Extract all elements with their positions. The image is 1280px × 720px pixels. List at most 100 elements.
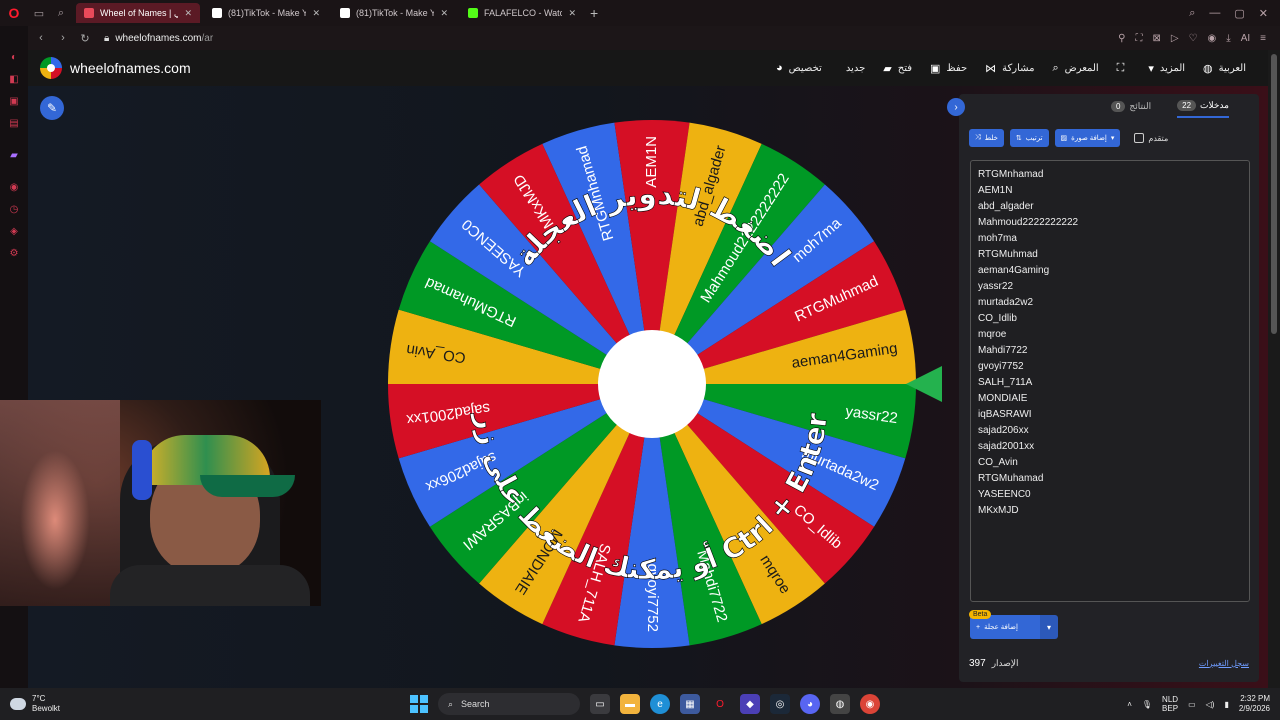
entry-line: CO_Idlib xyxy=(978,313,1017,324)
chevron-down-icon: ▾ xyxy=(1046,622,1051,632)
minimize-icon[interactable]: — xyxy=(1209,7,1220,20)
forward-icon[interactable]: › xyxy=(54,32,72,44)
tab-favicon-icon xyxy=(468,8,478,18)
tab-results[interactable]: 0 النتائج xyxy=(1110,94,1152,118)
entries-textarea[interactable]: RTGMnhamad AEM1N abd_algader Mahmoud2222222… xyxy=(970,160,1250,602)
discord-icon[interactable]: ◕ xyxy=(800,694,820,714)
steam-icon[interactable]: ◎ xyxy=(770,694,790,714)
wheel-center-hub[interactable] xyxy=(598,330,706,438)
monitor-icon[interactable]: ▭ xyxy=(1188,700,1196,709)
taskbar-search[interactable]: ⌕ Search xyxy=(438,693,580,715)
volume-icon[interactable]: ◁) xyxy=(1206,700,1215,709)
tab-search-icon[interactable]: ⌕ xyxy=(50,7,72,20)
changelog-link[interactable]: سجل التغييرات xyxy=(1199,659,1249,668)
menu-icon[interactable]: ≡ xyxy=(1260,33,1266,44)
opera-icon[interactable]: O xyxy=(710,694,730,714)
menu-item-folder[interactable]: ▰ فتح xyxy=(883,62,912,75)
screen: O ▭ ⌕ Wheel of Names | العشوائي✕ (81)TikT… xyxy=(0,0,1280,720)
bag-icon[interactable]: ◧ xyxy=(0,68,28,90)
sort-button[interactable]: ⇅ ترتيب xyxy=(1009,129,1049,147)
menu-item-globe[interactable]: ◍ العربية xyxy=(1203,62,1246,75)
twitch-icon[interactable]: ▰ xyxy=(0,144,28,166)
browser-tab[interactable]: Wheel of Names | العشوائي ✕ xyxy=(76,3,200,23)
weather-temp: 7°C xyxy=(32,694,46,703)
entry-line: murtada2w2 xyxy=(978,297,1034,308)
language-indicator[interactable]: NLD BEP xyxy=(1162,695,1178,713)
task-view-icon[interactable]: ▭ xyxy=(590,694,610,714)
shuffle-button[interactable]: ⤨ خلط xyxy=(969,129,1004,147)
download-icon[interactable]: ⤓ xyxy=(1226,33,1230,44)
entry-line: yassr22 xyxy=(978,281,1014,292)
menu-item-save[interactable]: ▣ حفظ xyxy=(930,62,967,75)
tab-label: FALAFELCO - Watch the V xyxy=(484,8,563,18)
workspaces-icon[interactable]: ▭ xyxy=(28,7,50,20)
new-tab-button[interactable]: + xyxy=(590,5,598,21)
menu-item-chevron-down[interactable]: ▾ المزيد xyxy=(1148,62,1185,75)
page-scrollbar[interactable] xyxy=(1268,50,1280,688)
menu-item-new[interactable]: جديد xyxy=(840,63,865,74)
aria-icon[interactable]: ◐ xyxy=(0,46,28,68)
taskbar-apps: ⌕ Search ▭ ▬ e ▦ O ◆ ◎ ◕ ◍ ◉ xyxy=(410,688,880,720)
chevron-down-icon: ▾ xyxy=(1148,62,1154,75)
webcam-cap-visor xyxy=(200,475,295,497)
file-explorer-icon[interactable]: ▬ xyxy=(620,694,640,714)
obs-icon[interactable]: ◍ xyxy=(830,694,850,714)
url-field[interactable]: 🔒︎ wheelofnames.com/ar xyxy=(104,33,213,44)
tab-label: (81)TikTok - Make Your Da xyxy=(228,8,307,18)
ai-button[interactable]: AI xyxy=(1241,33,1250,44)
chevron-up-icon[interactable]: ˄ xyxy=(1127,700,1132,709)
profile-icon[interactable]: ◉ xyxy=(1208,33,1217,44)
battery-icon[interactable]: ▮ xyxy=(1224,700,1228,709)
start-icon[interactable] xyxy=(410,695,428,713)
tab-close-icon[interactable]: ✕ xyxy=(184,8,192,19)
advanced-checkbox[interactable]: متقدم xyxy=(1134,133,1168,143)
browser-tab[interactable]: (81)TikTok - Make Your Da ✕ xyxy=(332,3,456,23)
menu-item-fullscreen[interactable]: ⛶ xyxy=(1117,62,1131,75)
tab-close-icon[interactable]: ✕ xyxy=(440,8,448,19)
search-icon[interactable]: ⌕ xyxy=(1189,7,1195,20)
block-icon[interactable]: ⊠ xyxy=(1152,33,1160,44)
play-icon[interactable]: ▷ xyxy=(1171,33,1179,44)
menu-item-share[interactable]: ⋈ مشاركة xyxy=(985,62,1034,75)
entry-line: RTGMuhamad xyxy=(978,473,1044,484)
weather-widget[interactable]: 7°C Bewolkt xyxy=(10,694,190,714)
window-controls: ⌕ — ▢ ✕ xyxy=(1189,7,1280,20)
store-icon[interactable]: ▦ xyxy=(680,694,700,714)
heart-icon[interactable]: ♡ xyxy=(1189,33,1198,44)
tab-close-icon[interactable]: ✕ xyxy=(312,8,320,19)
vpn-icon[interactable]: ◆ xyxy=(740,694,760,714)
tab-entries[interactable]: 22 مدخلات xyxy=(1177,94,1229,118)
browser-tab[interactable]: (81)TikTok - Make Your Da ✕ xyxy=(204,3,328,23)
add-wheel-dropdown[interactable]: ▾ xyxy=(1040,615,1058,639)
back-icon[interactable]: ‹ xyxy=(32,32,50,44)
save-icon: ▣ xyxy=(930,62,941,75)
site-logo[interactable]: wheelofnames.com xyxy=(40,57,191,79)
mic-icon[interactable]: 🎙︎ xyxy=(1142,700,1152,709)
snapshot-icon[interactable]: ⛶ xyxy=(1135,33,1142,44)
results-label: النتائج xyxy=(1129,100,1152,111)
player-icon[interactable]: ◉ xyxy=(0,176,28,198)
entry-line: moh7ma xyxy=(978,233,1017,244)
add-image-button[interactable]: ▨ إضافة صورة ▾ xyxy=(1054,129,1121,147)
tab-close-icon[interactable]: ✕ xyxy=(568,8,576,19)
menu-item-palette[interactable]: ◕ تخصيص xyxy=(776,62,822,74)
browser-tab[interactable]: FALAFELCO - Watch the V ✕ xyxy=(460,3,584,23)
edit-pencil-button[interactable]: ✎ xyxy=(40,96,64,120)
history-icon[interactable]: ◷ xyxy=(0,198,28,220)
reload-icon[interactable]: ↻ xyxy=(76,32,94,45)
maximize-icon[interactable]: ▢ xyxy=(1234,7,1244,20)
clock[interactable]: 2:32 PM 2/9/2026 xyxy=(1239,694,1270,714)
settings-icon[interactable]: ⚙ xyxy=(0,242,28,264)
mail-icon[interactable]: ▤ xyxy=(0,112,28,134)
bookmarks-icon[interactable]: ◈ xyxy=(0,220,28,242)
close-icon[interactable]: ✕ xyxy=(1259,7,1268,20)
menu-item-search[interactable]: ⌕ المعرض xyxy=(1052,62,1098,75)
edge-icon[interactable]: e xyxy=(650,694,670,714)
chrome-icon[interactable]: ◉ xyxy=(860,694,880,714)
opera-logo-icon[interactable]: O xyxy=(0,5,28,21)
pin-icon[interactable]: ⚲ xyxy=(1118,33,1125,44)
scrollbar-thumb[interactable] xyxy=(1271,54,1277,334)
spinning-wheel[interactable]: RTGMnhamad AEM1N abd_algaderMahmoud2222222… xyxy=(386,118,918,650)
messenger-icon[interactable]: ▣ xyxy=(0,90,28,112)
wheel-pointer xyxy=(906,366,942,402)
